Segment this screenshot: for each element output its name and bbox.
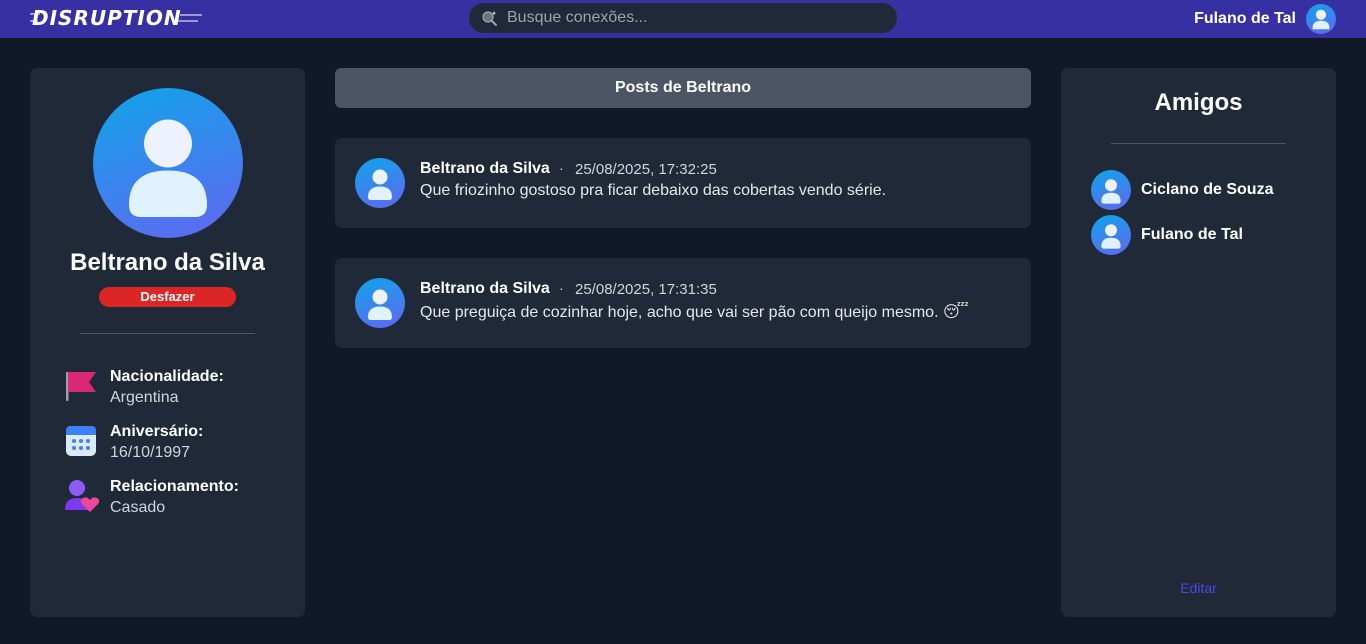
post-author[interactable]: Beltrano da Silva	[420, 160, 550, 178]
current-user-avatar[interactable]	[1306, 4, 1336, 34]
search-icon	[482, 11, 497, 26]
profile-avatar	[93, 88, 243, 238]
friends-title: Amigos	[1154, 89, 1243, 116]
post-text: Que friozinho gostoso pra ficar debaixo …	[420, 182, 887, 199]
post-timestamp: 25/08/2025, 17:31:35	[575, 281, 717, 298]
user-icon	[129, 119, 207, 217]
info-birthday: Aniversário: 16/10/1997	[63, 422, 203, 463]
friend-name[interactable]: Ciclano de Souza	[1141, 181, 1273, 199]
logo[interactable]: DISRUPTION	[32, 6, 182, 30]
friend-name[interactable]: Fulano de Tal	[1141, 226, 1243, 244]
divider	[80, 333, 255, 334]
post-author-avatar[interactable]	[355, 158, 405, 208]
post-separator: ·	[559, 280, 564, 296]
user-icon	[1101, 224, 1121, 249]
friends-card: Amigos Ciclano de Souza Fulano de Tal Ed…	[1061, 68, 1336, 617]
user-icon	[1312, 9, 1330, 30]
info-label: Nacionalidade:	[110, 368, 224, 385]
post-card: Beltrano da Silva · 25/08/2025, 17:31:35…	[335, 258, 1031, 348]
search-input[interactable]	[507, 9, 887, 27]
flag-icon	[66, 372, 96, 401]
post-timestamp: 25/08/2025, 17:32:25	[575, 161, 717, 178]
post-card: Beltrano da Silva · 25/08/2025, 17:32:25…	[335, 138, 1031, 228]
profile-name: Beltrano da Silva	[70, 249, 265, 276]
info-value: Argentina	[110, 389, 179, 406]
edit-friends-link[interactable]: Editar	[1061, 580, 1336, 596]
top-bar: DISRUPTION Fulano de Tal	[0, 0, 1366, 38]
posts-header: Posts de Beltrano	[335, 68, 1031, 108]
undo-friendship-button[interactable]: Desfazer	[99, 287, 236, 307]
friend-avatar[interactable]	[1091, 215, 1131, 255]
info-nationality: Nacionalidade: Argentina	[63, 367, 224, 408]
post-separator: ·	[559, 160, 564, 176]
profile-card: Beltrano da Silva Desfazer Nacionalidade…	[30, 68, 305, 617]
search-bar[interactable]	[469, 3, 897, 33]
post-author[interactable]: Beltrano da Silva	[420, 280, 550, 298]
user-menu[interactable]: Fulano de Tal	[1194, 3, 1336, 35]
post-text: Que preguiça de cozinhar hoje, acho que …	[420, 304, 969, 321]
friend-item[interactable]: Ciclano de Souza	[1091, 170, 1273, 210]
calendar-icon	[66, 426, 96, 456]
info-label: Relacionamento:	[110, 478, 239, 495]
current-user-name[interactable]: Fulano de Tal	[1194, 10, 1296, 28]
user-icon	[368, 289, 392, 320]
relationship-icon	[65, 480, 99, 512]
info-value: 16/10/1997	[110, 444, 191, 461]
post-author-avatar[interactable]	[355, 278, 405, 328]
user-icon	[368, 169, 392, 200]
info-value: Casado	[110, 499, 166, 516]
user-icon	[1101, 179, 1121, 204]
friend-avatar[interactable]	[1091, 170, 1131, 210]
divider	[1111, 143, 1286, 144]
info-label: Aniversário:	[110, 423, 204, 440]
friend-item[interactable]: Fulano de Tal	[1091, 215, 1243, 255]
info-relationship: Relacionamento: Casado	[63, 477, 239, 518]
